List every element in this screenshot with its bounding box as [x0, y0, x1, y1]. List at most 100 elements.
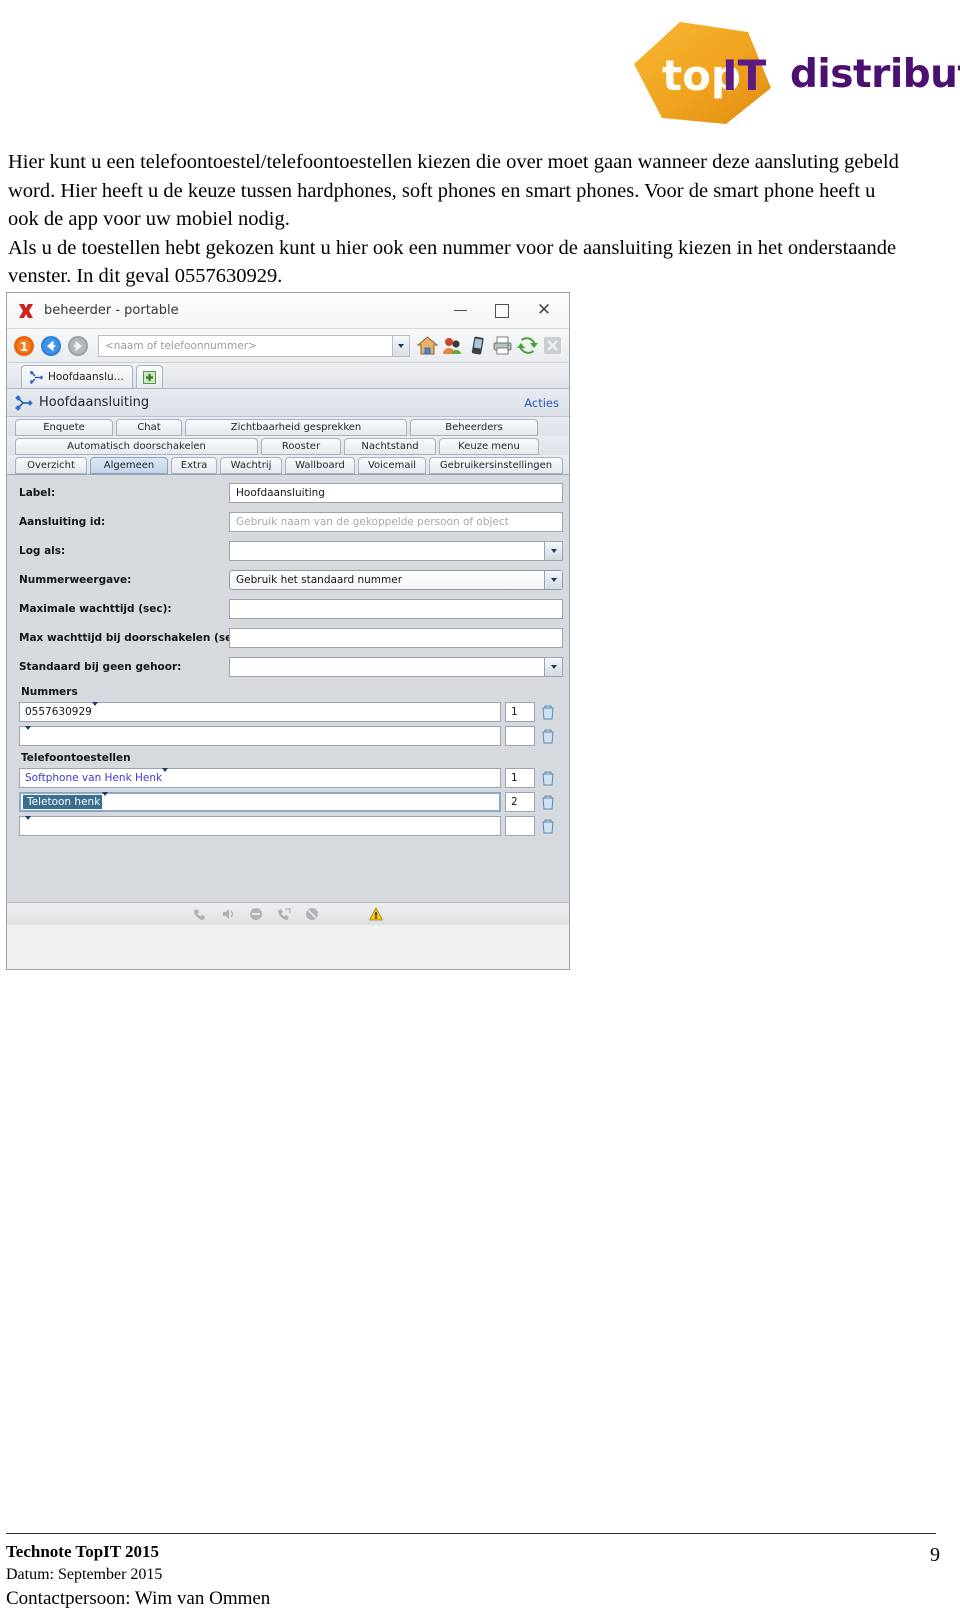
log-als-combobox[interactable] [229, 541, 563, 561]
nummer-dropdown-button[interactable] [25, 726, 31, 742]
feature-tab-row-2: Automatisch doorschakelen Rooster Nachts… [7, 436, 569, 455]
tab-overzicht[interactable]: Overzicht [15, 457, 87, 474]
tab-gebruikersinstellingen[interactable]: Gebruikersinstellingen [429, 457, 563, 474]
telefoontoestel-combobox[interactable]: Softphone van Henk Henk [19, 768, 501, 788]
telefoontoestel-order-input[interactable]: 2 [505, 792, 535, 812]
nummerweergave-combobox[interactable]: Gebruik het standaard nummer [229, 570, 563, 590]
topit-hexagon-icon: top IT [628, 18, 776, 130]
tab-label: Wallboard [295, 460, 345, 471]
search-input[interactable]: <naam of telefoonnummer> [99, 340, 392, 352]
logo-wordmark: distributie [790, 51, 960, 97]
tab-rooster[interactable]: Rooster [261, 438, 341, 455]
chevron-down-icon [25, 816, 31, 832]
home-icon[interactable] [417, 335, 438, 356]
delete-icon[interactable] [539, 817, 557, 835]
search-combobox[interactable]: <naam of telefoonnummer> [98, 334, 410, 357]
standaard-bij-geen-gehoor-combobox[interactable] [229, 657, 563, 677]
nummer-order-input[interactable]: 1 [505, 702, 535, 722]
back-arrow-icon[interactable] [40, 335, 62, 357]
tab-label: Automatisch doorschakelen [67, 441, 206, 452]
tab-label: Algemeen [103, 460, 155, 471]
printer-icon[interactable] [492, 335, 513, 356]
contacts-icon[interactable] [442, 335, 463, 356]
nummer-order-input[interactable] [505, 726, 535, 746]
maximale-wachttijd-input[interactable] [229, 599, 563, 619]
tab-automatisch-doorschakelen[interactable]: Automatisch doorschakelen [15, 438, 258, 455]
field-nummerweergave: Nummerweergave: Gebruik het standaard nu… [13, 568, 563, 592]
tab-enquete[interactable]: Enquete [15, 419, 113, 436]
nummer-combobox[interactable]: 0557630929 [19, 702, 501, 722]
aansluiting-id-input[interactable]: Gebruik naam van de gekoppelde persoon o… [229, 512, 563, 532]
telefoontoestel-combobox[interactable] [19, 816, 501, 836]
window-tab-hoofdaansluiting[interactable]: Hoofdaanslu... [21, 365, 133, 388]
chevron-down-icon [550, 578, 557, 582]
tab-label: Nachtstand [361, 441, 419, 452]
max-wachttijd-doorschakelen-input[interactable] [229, 628, 563, 648]
connection-icon [15, 394, 33, 411]
tab-extra[interactable]: Extra [171, 457, 217, 474]
tab-beheerders[interactable]: Beheerders [410, 419, 538, 436]
tab-chat[interactable]: Chat [116, 419, 182, 436]
blocked-icon[interactable] [305, 907, 319, 921]
telefoontoestel-row: Softphone van Henk Henk 1 [13, 768, 563, 788]
telefoontoestel-order-input[interactable] [505, 816, 535, 836]
close-button[interactable]: ✕ [523, 295, 565, 327]
mobile-phone-icon[interactable] [467, 335, 488, 356]
refresh-icon[interactable] [517, 335, 538, 356]
window-title: beheerder - portable [44, 303, 179, 318]
delete-icon[interactable] [539, 703, 557, 721]
do-not-disturb-icon[interactable] [249, 907, 263, 921]
maximize-icon [495, 303, 509, 318]
tab-nachtstand[interactable]: Nachtstand [344, 438, 436, 455]
telefoontoestel-value: Teletoon henk [23, 795, 103, 809]
speaker-icon[interactable] [221, 907, 235, 921]
delete-icon[interactable] [539, 793, 557, 811]
add-tab-button[interactable] [135, 365, 163, 388]
telefoontoestel-order-input[interactable]: 1 [505, 768, 535, 788]
feature-tab-row-3: Overzicht Algemeen Extra Wachtrij Wallbo… [7, 455, 569, 474]
window-tab-strip: Hoofdaanslu... [7, 363, 569, 389]
telefoontoestellen-group-title: Telefoontoestellen [21, 752, 131, 764]
nummer-order-value: 1 [511, 706, 518, 718]
orange-one-icon[interactable]: 1 [13, 335, 35, 357]
telefoontoestel-combobox[interactable]: Teletoon henk [19, 792, 501, 812]
nummer-combobox[interactable] [19, 726, 501, 746]
nummerweergave-value: Gebruik het standaard nummer [236, 574, 403, 586]
log-als-dropdown-button[interactable] [544, 542, 562, 560]
warning-icon[interactable] [369, 907, 383, 921]
label-input-value: Hoofdaansluiting [236, 487, 325, 499]
tab-label: Enquete [43, 422, 85, 433]
chevron-down-icon [91, 702, 98, 718]
svg-text:1: 1 [20, 340, 28, 354]
telefoontoestel-dropdown-button[interactable] [162, 768, 169, 784]
telefoontoestel-dropdown-button[interactable] [102, 792, 109, 808]
close-icon: ✕ [536, 300, 552, 320]
delete-icon[interactable] [539, 769, 557, 787]
minimize-button[interactable] [439, 295, 481, 327]
standaard-bij-geen-gehoor-dropdown-button[interactable] [544, 658, 562, 676]
handset-icon[interactable] [193, 907, 207, 921]
delete-icon[interactable] [539, 727, 557, 745]
red-x-app-icon [19, 303, 33, 318]
telefoontoestel-row [13, 816, 563, 836]
field-standaard-bij-geen-gehoor: Standaard bij geen gehoor: [13, 655, 563, 679]
acties-link[interactable]: Acties [524, 396, 559, 410]
tab-label: Chat [137, 422, 161, 433]
nummerweergave-dropdown-button[interactable] [544, 571, 562, 589]
label-input[interactable]: Hoofdaansluiting [229, 483, 563, 503]
tab-label: Zichtbaarheid gesprekken [230, 422, 362, 433]
search-dropdown-button[interactable] [392, 335, 409, 356]
nummers-row: 0557630929 1 [13, 702, 563, 722]
tab-wallboard[interactable]: Wallboard [285, 457, 355, 474]
tab-voicemail[interactable]: Voicemail [358, 457, 426, 474]
call-forward-icon[interactable] [277, 907, 291, 921]
maximize-button[interactable] [481, 295, 523, 327]
telefoontoestel-dropdown-button[interactable] [25, 816, 31, 832]
chevron-down-icon [162, 768, 169, 784]
window-titlebar: beheerder - portable ✕ [7, 293, 569, 329]
tab-zichtbaarheid-gesprekken[interactable]: Zichtbaarheid gesprekken [185, 419, 407, 436]
nummer-dropdown-button[interactable] [91, 702, 98, 718]
tab-wachtrij[interactable]: Wachtrij [220, 457, 282, 474]
tab-algemeen[interactable]: Algemeen [90, 457, 168, 474]
tab-keuze-menu[interactable]: Keuze menu [439, 438, 539, 455]
